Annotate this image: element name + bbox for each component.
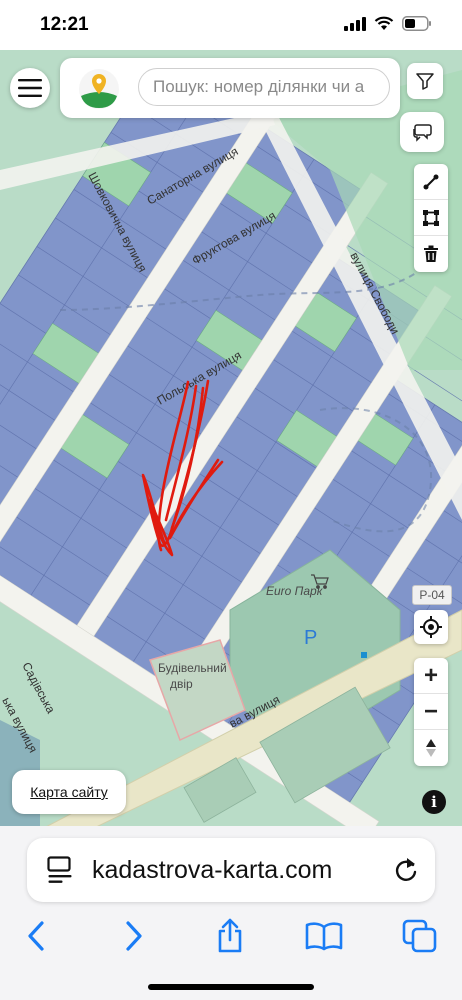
feedback-button[interactable] [400, 112, 444, 152]
chevron-right-icon [126, 921, 142, 951]
map-canvas[interactable]: Санаторна вулиця Шовковична вулиця Фрукт… [0, 50, 462, 830]
search-card: Пошук: номер ділянки чи а [60, 58, 400, 118]
place-label-budivelnyi-1: Будівельний [158, 661, 227, 675]
hamburger-icon [18, 79, 42, 97]
trash-icon [424, 245, 438, 262]
forward-button[interactable] [112, 914, 156, 958]
polyline-icon [423, 174, 439, 189]
zoom-in-button[interactable]: + [414, 658, 448, 694]
reload-icon[interactable] [393, 856, 419, 884]
battery-icon [402, 16, 431, 31]
home-indicator [148, 984, 314, 990]
draw-toolbar [414, 164, 448, 272]
place-label-budivelnyi-2: двір [170, 677, 193, 691]
crosshair-icon [420, 616, 442, 638]
sitemap-link-label: Карта сайту [30, 784, 108, 800]
tabs-icon [402, 919, 437, 953]
compass-icon [426, 739, 436, 757]
locate-button[interactable] [414, 610, 448, 644]
polygon-icon [423, 209, 439, 226]
status-time: 12:21 [40, 14, 89, 35]
share-button[interactable] [208, 914, 252, 958]
filter-icon [416, 73, 434, 90]
browser-toolbar: kadastrova-karta.com [0, 826, 462, 1000]
parking-label: P [304, 627, 317, 649]
signal-icon [344, 16, 366, 31]
compass-button[interactable] [414, 730, 448, 766]
filter-button[interactable] [407, 63, 443, 99]
sitemap-link[interactable]: Карта сайту [12, 770, 126, 814]
menu-button[interactable] [10, 68, 50, 108]
wifi-icon [374, 16, 394, 30]
url-text: kadastrova-karta.com [92, 856, 333, 884]
search-input[interactable]: Пошук: номер ділянки чи а [138, 68, 390, 106]
map-logo-icon [79, 69, 119, 109]
delete-drawing-button[interactable] [414, 236, 448, 272]
info-button[interactable]: i [422, 790, 446, 814]
address-bar[interactable]: kadastrova-karta.com [27, 838, 435, 902]
map-marker [361, 652, 367, 658]
book-icon [305, 922, 343, 951]
status-icons [344, 16, 432, 31]
bookmarks-button[interactable] [302, 914, 346, 958]
status-bar: 12:21 [0, 0, 462, 50]
draw-polygon-button[interactable] [414, 200, 448, 236]
draw-line-button[interactable] [414, 164, 448, 200]
browser-nav-row [0, 914, 462, 958]
top-toolbar: Пошук: номер ділянки чи а [0, 58, 462, 122]
tabs-button[interactable] [398, 914, 442, 958]
share-icon [218, 918, 242, 953]
reader-mode-icon[interactable] [47, 856, 73, 884]
zoom-controls: + − [414, 658, 448, 766]
place-label-euro-park: Euro Парк [266, 584, 324, 598]
cadastral-map[interactable]: Санаторна вулиця Шовковична вулиця Фрукт… [0, 50, 462, 830]
back-button[interactable] [14, 914, 58, 958]
zoom-out-button[interactable]: − [414, 694, 448, 730]
chevron-left-icon [28, 921, 44, 951]
chat-icon [413, 124, 432, 142]
route-badge: P-04 [412, 585, 452, 605]
